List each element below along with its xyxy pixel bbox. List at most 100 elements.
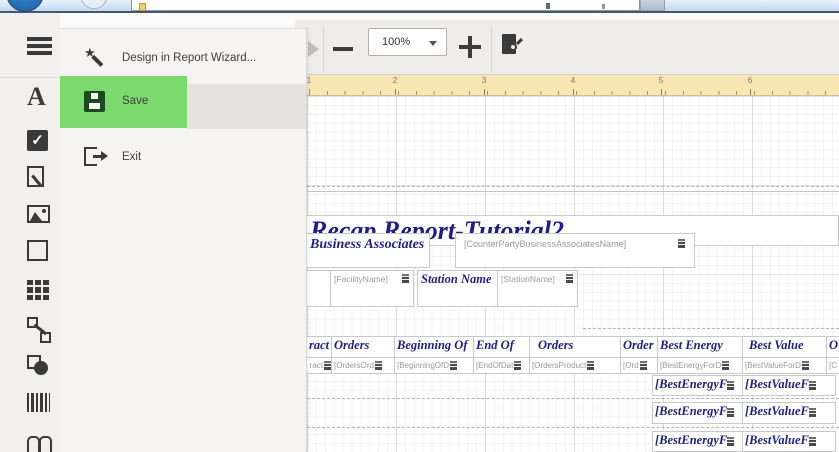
menu-item-exit[interactable]: Exit (60, 135, 306, 181)
table-header-cell[interactable]: Orders (331, 336, 395, 358)
menu-item-label: Design in Report Wizard... (122, 52, 256, 64)
detail-cell[interactable]: [C (826, 357, 839, 374)
band-separator-dashed (307, 186, 839, 187)
character-comb-tool-icon[interactable] (27, 436, 53, 452)
data-binding-icon (727, 437, 734, 446)
picture-tool-icon[interactable] (27, 205, 50, 223)
hamburger-menu-icon[interactable] (27, 37, 52, 59)
ruler-minor-ticks (307, 91, 839, 95)
detail-cell[interactable]: [OrdersProduct (529, 357, 621, 374)
data-binding-icon (802, 361, 809, 370)
zoom-level-dropdown[interactable]: 100% (368, 28, 447, 56)
browser-address-bar (0, 0, 839, 13)
data-binding-icon (324, 361, 331, 370)
preview-icon (509, 43, 517, 51)
menu-item-save[interactable]: Save (60, 76, 306, 128)
table-header-cell[interactable]: Orders (529, 336, 621, 358)
band-separator-dashed (307, 398, 839, 399)
band-separator-dashed (307, 427, 839, 428)
barcode-tool-icon[interactable] (27, 393, 50, 412)
table-header-cell[interactable]: Beginning Of (394, 336, 474, 358)
footer-energy-cell[interactable]: [BestEnergyF (652, 431, 743, 452)
toolbox-divider (0, 77, 60, 78)
footer-value-cell[interactable]: [BestValueF (742, 402, 836, 424)
detail-cell[interactable]: [Ord (620, 357, 658, 374)
wizard-wand-icon (92, 55, 104, 67)
detail-cell[interactable]: ract (307, 357, 332, 374)
empty-cell[interactable] (307, 270, 331, 307)
ruler-number: 5 (659, 76, 663, 85)
line-tool-icon[interactable] (27, 317, 53, 343)
table-header-cell[interactable]: O (826, 336, 839, 358)
save-floppy-icon (84, 91, 105, 112)
report-design-surface: 1 2 3 4 5 6 Recap Report-Tutorial2 (307, 75, 839, 452)
data-binding-icon (809, 437, 816, 446)
table-header-cell[interactable]: Order (620, 336, 658, 358)
detail-cell[interactable]: [EndOfDat (473, 357, 530, 374)
footer-value-cell[interactable]: [BestValueF (742, 431, 836, 452)
preview-button[interactable] (500, 33, 526, 63)
menu-item-design-in-report-wizard[interactable]: ★ Design in Report Wizard... (60, 34, 306, 76)
data-binding-icon (722, 361, 729, 370)
zoom-out-button[interactable] (331, 37, 355, 61)
ruler-number: 3 (482, 76, 486, 85)
station-name-label[interactable]: Station Name (417, 270, 498, 307)
back-icon[interactable] (6, 0, 44, 12)
address-input[interactable] (131, 0, 640, 11)
zoom-out-icon (333, 47, 353, 51)
menu-item-label: Exit (122, 151, 141, 163)
data-binding-icon (402, 274, 409, 283)
data-binding-icon (809, 408, 816, 417)
data-binding-icon (678, 239, 685, 248)
data-binding-icon (640, 361, 647, 370)
ruler-number: 4 (571, 76, 575, 85)
horizontal-ruler: 1 2 3 4 5 6 (307, 75, 839, 96)
ruler-number: 2 (393, 76, 397, 85)
forward-icon[interactable] (80, 0, 108, 9)
footer-energy-cell[interactable]: [BestEnergyF (652, 375, 743, 396)
data-binding-icon (587, 361, 594, 370)
data-binding-icon (375, 361, 382, 370)
data-binding-icon (566, 274, 573, 283)
counterparty-field-cell[interactable]: [CounterPartyBusinessAssociatesName] (455, 233, 695, 268)
toolbar-separator (491, 26, 492, 72)
toolbar-zoom-group: 100% (295, 20, 839, 75)
detail-cell[interactable]: [BeginningOfD (394, 357, 474, 374)
address-dropdown-icon[interactable] (640, 0, 665, 11)
checkbox-tool-icon[interactable]: ✓ (27, 130, 48, 151)
facility-field-cell[interactable]: [FacilityName] (330, 270, 414, 307)
table-header-cell[interactable]: End Of (473, 336, 530, 358)
data-binding-icon (727, 381, 734, 390)
preview-icon (516, 38, 523, 45)
detail-cell[interactable]: [OrdersOrd (331, 357, 395, 374)
design-grid: Recap Report-Tutorial2 Business Associat… (307, 96, 839, 452)
main-menu-panel: ★ Design in Report Wizard... Save Exit (60, 28, 307, 452)
business-associates-label[interactable]: Business Associates (307, 233, 430, 268)
redo-arrow-icon[interactable] (308, 41, 319, 57)
label-tool-icon[interactable]: A (27, 85, 53, 109)
data-binding-icon (727, 408, 734, 417)
richtext-tool-icon[interactable] (27, 166, 44, 187)
zoom-in-button[interactable] (458, 35, 482, 59)
menu-item-label: Save (122, 95, 148, 107)
data-binding-icon (809, 381, 816, 390)
data-binding-icon (514, 361, 521, 370)
toolbox-sidebar: A ✓ (0, 13, 60, 452)
station-field-cell[interactable]: [StationName] (497, 270, 578, 307)
address-glyph (546, 3, 550, 9)
shape-tool-icon[interactable] (27, 355, 51, 379)
toolbar-separator (323, 26, 324, 72)
page-icon (139, 3, 146, 11)
table-header-cell[interactable]: Best Value (742, 336, 827, 358)
detail-cell[interactable]: [BestEnergyForD (657, 357, 743, 374)
footer-energy-cell[interactable]: [BestEnergyF (652, 402, 743, 424)
table-tool-icon[interactable] (27, 280, 49, 300)
table-header-cell[interactable]: ract (307, 336, 332, 358)
footer-value-cell[interactable]: [BestValueF (742, 375, 836, 396)
detail-cell[interactable]: [BestValueForD (742, 357, 827, 374)
panel-tool-icon[interactable] (27, 240, 48, 261)
band-separator (307, 191, 839, 192)
report-designer-screen: 100% 1 2 3 4 5 6 (0, 0, 839, 452)
ruler-number: 6 (748, 76, 752, 85)
table-header-cell[interactable]: Best Energy (657, 336, 743, 358)
